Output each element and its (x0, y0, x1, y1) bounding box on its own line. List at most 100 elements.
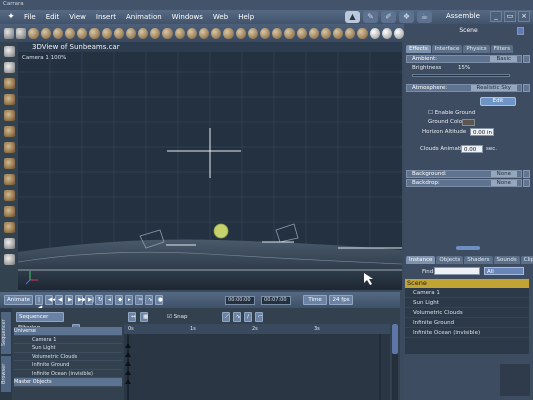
spotlight-insert-icon[interactable] (174, 27, 185, 39)
gear-icon[interactable] (333, 27, 344, 39)
sequencer-grid-icon[interactable]: ▦ (140, 312, 148, 322)
magnet-tool-icon[interactable] (3, 94, 15, 105)
tab-shaders[interactable]: Shaders (464, 256, 493, 264)
menu-edit[interactable]: Edit (46, 13, 60, 21)
record-icon[interactable]: ● (155, 295, 164, 305)
list-item[interactable]: Sun Light (405, 298, 529, 308)
snap-checkbox[interactable]: ☑ Snap (167, 314, 188, 320)
render-area-icon[interactable] (381, 27, 392, 39)
fps-select[interactable]: 24 fps (329, 295, 354, 305)
render-preview-icon[interactable] (369, 27, 380, 39)
plant-icon[interactable] (284, 27, 295, 39)
room-storyboard-icon[interactable]: ✐ (381, 11, 396, 23)
tab-interface[interactable]: Interface (431, 45, 463, 53)
vertex-object-icon[interactable] (235, 27, 246, 39)
text-object-icon[interactable] (272, 27, 283, 39)
atmosphere-section[interactable]: Atmosphere: Realistic Sky (406, 84, 522, 92)
menu-windows[interactable]: Windows (172, 13, 203, 21)
close-button[interactable]: × (518, 11, 530, 22)
cloud-icon[interactable] (296, 27, 307, 39)
rotate-tool-icon[interactable] (3, 78, 15, 89)
key-linear-icon[interactable]: / (244, 312, 252, 322)
go-start-icon[interactable]: |◀ (35, 295, 44, 311)
next-frame-icon[interactable]: ▶▶ (75, 295, 87, 305)
metaball-icon[interactable] (259, 27, 271, 39)
tab-instance[interactable]: Instance (406, 256, 436, 264)
ground-color-swatch[interactable] (462, 119, 475, 126)
zoom-icon[interactable] (3, 254, 15, 265)
ambient-value[interactable]: Basic (490, 56, 517, 62)
key-slope-icon[interactable]: ⟋ (222, 312, 230, 322)
torus-icon[interactable] (125, 27, 137, 39)
find-input[interactable] (434, 267, 480, 275)
tab-filters[interactable]: Filters (490, 45, 514, 53)
terrain-insert-icon[interactable] (223, 27, 234, 39)
tab-physics[interactable]: Physics (463, 45, 490, 53)
tree-item[interactable]: Universe (14, 327, 122, 336)
network-icon[interactable] (345, 27, 356, 39)
play-icon[interactable]: ▶ (65, 295, 74, 305)
background-section[interactable]: Background: None (406, 170, 522, 178)
menu-file[interactable]: File (24, 13, 36, 21)
link-tool-icon[interactable] (3, 110, 15, 121)
tree-item[interactable]: Sun Light (14, 344, 122, 353)
sequencer-mode-select[interactable]: Sequencer (16, 312, 64, 322)
box-tool-icon[interactable] (3, 206, 15, 217)
camera-dolly-icon[interactable] (3, 222, 15, 233)
play-reverse-icon[interactable]: ◀ (55, 295, 64, 305)
sphere-icon[interactable] (52, 27, 63, 39)
backdrop-options-button[interactable] (523, 179, 530, 187)
panel-options-icon[interactable] (517, 27, 524, 35)
tween-icon[interactable]: ≈ (135, 295, 144, 305)
sphere-object[interactable] (213, 223, 229, 239)
ambient-section[interactable]: Ambient: Basic (406, 55, 522, 63)
backdrop-value[interactable]: None (490, 180, 517, 186)
tree-item[interactable]: Camera 1 (14, 336, 122, 344)
time-ruler[interactable]: 0s 1s 2s 3s (124, 324, 390, 334)
edit-button[interactable]: Edit (480, 97, 516, 106)
menu-web[interactable]: Web (213, 13, 228, 21)
camera-label[interactable]: Camera 1 100% (22, 55, 66, 61)
key-smooth-icon[interactable]: ∿ (233, 312, 241, 322)
horizon-altitude-field[interactable]: 0.00 in (470, 128, 494, 136)
tree-item[interactable]: Volumetric Clouds (14, 353, 122, 361)
3d-viewport[interactable]: 3DView of Sunbeams.car Camera 1 100% (18, 42, 402, 290)
selection-arrow-icon[interactable] (3, 46, 15, 57)
loop-icon[interactable]: ↻ (95, 295, 104, 305)
find-filter-select[interactable]: All (484, 267, 524, 275)
room-render-icon[interactable]: ☕ (417, 11, 432, 23)
tab-objects[interactable]: Objects (436, 256, 464, 264)
end-time-field[interactable]: 00:07:00 (261, 295, 292, 305)
go-end-icon[interactable]: ▶| (85, 295, 94, 305)
background-options-button[interactable] (523, 170, 530, 178)
pencil-tool-icon[interactable] (4, 27, 15, 39)
ambient-options-button[interactable] (523, 55, 530, 63)
room-texture-icon[interactable]: ❖ (399, 11, 414, 23)
sequencer-scrollbar[interactable] (392, 324, 398, 400)
tab-sequencer[interactable]: Sequencer (1, 312, 11, 354)
eyedropper-tool-icon[interactable] (3, 126, 15, 137)
move-arrow-icon[interactable] (3, 62, 15, 73)
scale-tool-icon[interactable] (3, 174, 15, 185)
restore-button[interactable]: ▭ (504, 11, 516, 22)
key-prev-icon[interactable]: ◂ (105, 295, 114, 305)
panel-splitter-handle[interactable] (456, 246, 480, 250)
spline-object-icon[interactable] (247, 27, 258, 39)
enable-ground-checkbox[interactable]: ☐ Enable Ground (428, 110, 475, 116)
sun-icon[interactable] (357, 27, 368, 39)
tree-item[interactable]: Infinite Ocean (invisible) (14, 370, 122, 378)
animate-button[interactable]: Animate (4, 295, 34, 305)
cone-icon[interactable] (77, 27, 88, 39)
render-full-icon[interactable] (394, 27, 405, 39)
cube-icon[interactable] (89, 27, 100, 39)
background-value[interactable]: None (490, 171, 517, 177)
scene-root[interactable]: Scene (405, 279, 529, 288)
light-insert-icon[interactable] (162, 27, 173, 39)
icosahedron-icon[interactable] (113, 27, 124, 39)
sequencer-tool-icon[interactable]: ↔ (128, 312, 136, 322)
time-mode-select[interactable]: Time (303, 295, 328, 305)
fire-icon[interactable] (308, 27, 319, 39)
tree-item[interactable]: Infinite Ground (14, 361, 122, 370)
list-item[interactable]: Volumetric Clouds (405, 308, 529, 318)
timeline-area[interactable]: 0s 1s 2s 3s (124, 324, 390, 400)
